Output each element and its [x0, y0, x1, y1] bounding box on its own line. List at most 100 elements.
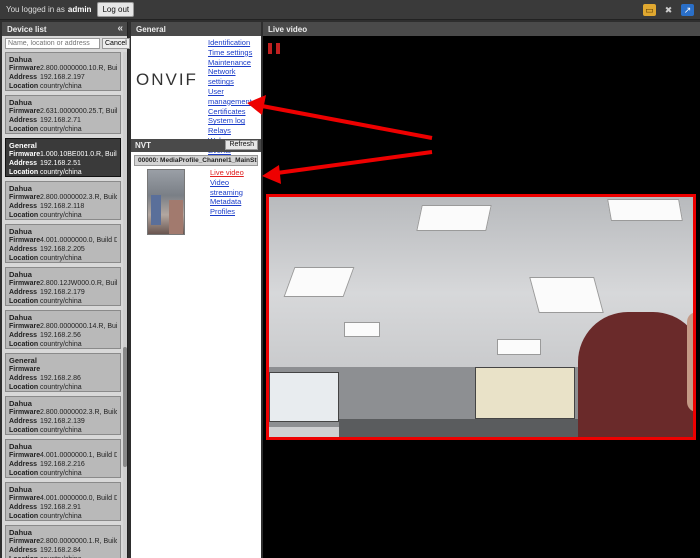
device-card[interactable]: DahuaFirmware4.001.0000000.0, Build Date…	[5, 482, 121, 521]
general-link-identification[interactable]: Identification	[208, 38, 261, 48]
general-link-maintenance[interactable]: Maintenance	[208, 58, 261, 68]
device-address-value: 192.168.2.86	[40, 375, 81, 382]
device-card[interactable]: DahuaFirmware2.800.0000002.3.R, Build Da…	[5, 181, 121, 220]
export-icon[interactable]: ↗	[681, 4, 694, 16]
device-card[interactable]: GeneralFirmware1.000.10BE001.0.R, Build …	[5, 138, 121, 177]
device-list-scrollbar[interactable]	[123, 52, 127, 558]
device-card[interactable]: DahuaFirmware2.800.0000000.1.R, Build Da…	[5, 525, 121, 558]
device-address-label: Address	[9, 117, 38, 124]
collapse-icon[interactable]: «	[117, 23, 123, 34]
general-title: General	[136, 24, 166, 34]
device-card[interactable]: DahuaFirmware2.800.0000000.14.R, Build D…	[5, 310, 121, 349]
device-address-label: Address	[9, 74, 38, 81]
device-firmware-row: Firmware2.800.0000000.14.R, Build Dat	[9, 322, 117, 331]
device-name: General	[9, 141, 37, 150]
nvt-title: NVT	[135, 141, 151, 150]
profile-link-metadata[interactable]: Metadata	[210, 197, 261, 207]
device-card[interactable]: DahuaFirmware2.800.0000002.3.R, Build Da…	[5, 396, 121, 435]
device-address-row: Address 192.168.2.205	[9, 245, 117, 254]
profile-link-live-video[interactable]: Live video	[210, 168, 261, 178]
device-firmware-row: Firmware1.000.10BE001.0.R, Build Date	[9, 150, 117, 159]
profile-link-video-streaming[interactable]: Video streaming	[210, 178, 261, 198]
general-link-network-settings[interactable]: Network settings	[208, 67, 261, 87]
top-icons: ▭ ✖ ↗	[643, 4, 694, 16]
device-address-row: Address 192.168.2.139	[9, 417, 117, 426]
device-address-value: 192.168.2.84	[40, 547, 81, 554]
device-address-row: Address 192.168.2.179	[9, 288, 117, 297]
device-address-value: 192.168.2.118	[40, 203, 85, 210]
live-video-panel: Live video	[263, 22, 700, 558]
app-root: You logged in as admin Log out ▭ ✖ ↗ Dev…	[0, 0, 700, 558]
device-firmware-label: Firmware	[9, 151, 41, 158]
general-link-relays[interactable]: Relays	[208, 126, 261, 136]
device-firmware-row: Firmware2.800.12JW000.0.R, Build Dat	[9, 279, 117, 288]
device-location-row: Locationcountry/china	[9, 469, 117, 477]
search-cancel-button[interactable]: Cancel	[102, 38, 130, 49]
device-name: General	[9, 356, 37, 365]
refresh-button[interactable]: Refresh	[225, 140, 258, 150]
device-address-label: Address	[9, 332, 38, 339]
device-list: DahuaFirmware2.800.0000000.10.R, Build D…	[5, 52, 121, 558]
device-address-row: Address 192.168.2.216	[9, 460, 117, 469]
username: admin	[67, 5, 92, 14]
device-address-value: 192.168.2.91	[40, 504, 81, 511]
device-card[interactable]: General Firmware Address 192.168.2.86 Locati…	[5, 353, 121, 392]
device-location-row: Locationcountry/china	[9, 297, 117, 305]
device-name: Dahua	[9, 55, 32, 64]
device-address-value: 192.168.2.139	[40, 418, 85, 425]
device-card[interactable]: DahuaFirmware2.800.0000000.10.R, Build D…	[5, 52, 121, 91]
device-firmware-row: Firmware2.800.0000002.3.R, Build Date	[9, 408, 117, 417]
profile-thumbnail[interactable]	[147, 169, 185, 235]
device-address-row: Address 192.168.2.56	[9, 331, 117, 340]
pause-icon[interactable]	[268, 43, 280, 54]
device-firmware-label: Firmware	[9, 237, 41, 244]
login-status-text: You logged in as	[6, 5, 65, 14]
device-location-label: Location	[9, 169, 39, 176]
device-firmware-label: Firmware	[9, 366, 41, 373]
media-profile-bar[interactable]: 00000: MediaProfile_Channel1_MainStream	[134, 155, 258, 166]
device-address-value: 192.168.2.71	[40, 117, 81, 124]
profile-links: Live video Video streaming Metadata Profile…	[210, 168, 261, 217]
device-location-row: Locationcountry/china	[9, 512, 117, 520]
live-video-stream[interactable]	[266, 194, 696, 440]
general-link-time-settings[interactable]: Time settings	[208, 48, 261, 58]
nvt-header: NVT Refresh	[131, 139, 261, 152]
device-location-value: country/china	[40, 384, 82, 391]
device-search-input[interactable]	[5, 38, 100, 49]
device-firmware-row: Firmware4.001.0000000.1, Build Date 2	[9, 451, 117, 460]
device-firmware-row: Firmware2.800.0000000.1.R, Build Date	[9, 537, 117, 546]
device-card[interactable]: DahuaFirmware2.800.12JW000.0.R, Build Da…	[5, 267, 121, 306]
logout-button[interactable]: Log out	[97, 2, 135, 17]
device-name: Dahua	[9, 528, 32, 537]
device-location-row: Locationcountry/china	[9, 211, 117, 219]
device-card[interactable]: DahuaFirmware4.001.0000000.1, Build Date…	[5, 439, 121, 478]
general-header: General	[131, 22, 261, 36]
device-location-label: Location	[9, 513, 39, 520]
general-link-user-management[interactable]: User management	[208, 87, 261, 107]
device-location-row: Locationcountry/china	[9, 168, 117, 176]
device-firmware-label: Firmware	[9, 495, 41, 502]
device-firmware-value: 1.000.10BE001.0.R, Build Date	[40, 151, 117, 158]
tools-icon[interactable]: ✖	[662, 4, 675, 16]
device-search-row: Cancel	[2, 36, 130, 51]
device-location-label: Location	[9, 126, 39, 133]
device-firmware-label: Firmware	[9, 452, 41, 459]
device-name: Dahua	[9, 98, 32, 107]
device-card[interactable]: DahuaFirmware4.001.0000000.0, Build Date…	[5, 224, 121, 263]
device-address-row: Address 192.168.2.197	[9, 73, 117, 82]
top-bar: You logged in as admin Log out ▭ ✖ ↗	[0, 0, 700, 20]
profile-link-profiles[interactable]: Profiles	[210, 207, 261, 217]
device-list-header: Device list «	[2, 22, 127, 36]
device-firmware-row: Firmware2.631.0000000.25.T, Build Dat	[9, 107, 117, 116]
device-card[interactable]: DahuaFirmware2.631.0000000.25.T, Build D…	[5, 95, 121, 134]
device-location-label: Location	[9, 427, 39, 434]
folder-icon[interactable]: ▭	[643, 4, 656, 16]
general-link-certificates[interactable]: Certificates	[208, 107, 261, 117]
device-list-title: Device list	[7, 24, 47, 34]
device-firmware-row: Firmware2.800.0000000.10.R, Build Dat	[9, 64, 117, 73]
device-location-label: Location	[9, 384, 39, 391]
device-firmware-row: Firmware4.001.0000000.0, Build Date 2	[9, 494, 117, 503]
device-firmware-label: Firmware	[9, 108, 41, 115]
general-link-system-log[interactable]: System log	[208, 116, 261, 126]
scrollbar-thumb[interactable]	[123, 347, 127, 467]
